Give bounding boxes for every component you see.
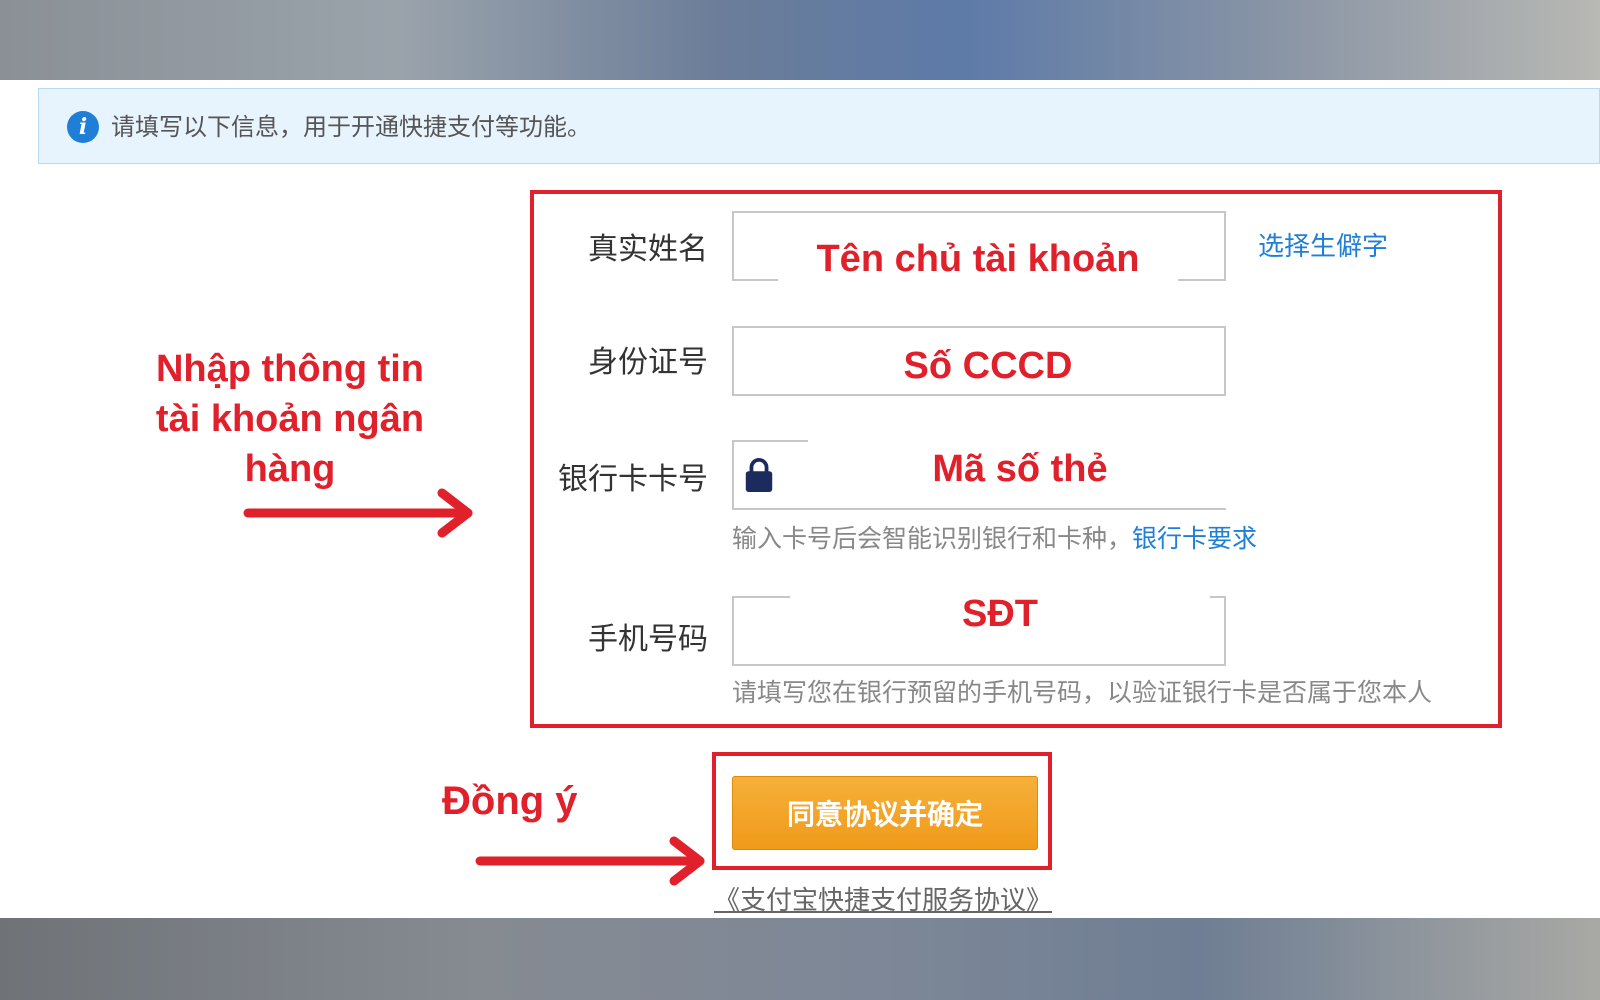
enter-info-line-2: tài khoản ngân xyxy=(155,398,425,440)
card-requirements-link[interactable]: 银行卡要求 xyxy=(1132,524,1257,553)
background-top xyxy=(0,0,1600,80)
name-label: 真实姓名 xyxy=(588,232,708,267)
info-notice-text: 请填写以下信息，用于开通快捷支付等功能。 xyxy=(111,113,591,141)
info-icon: i xyxy=(67,111,99,143)
card-number-hint: 输入卡号后会智能识别银行和卡种，银行卡要求 xyxy=(732,519,1257,555)
agree-and-confirm-button[interactable]: 同意协议并确定 xyxy=(732,776,1038,850)
phone-field-annotation: SĐT xyxy=(790,588,1210,640)
id-number-label: 身份证号 xyxy=(588,345,708,380)
arrow-right-icon xyxy=(243,488,473,538)
card-field-top-border xyxy=(732,440,808,442)
lock-icon xyxy=(745,458,773,492)
name-field-annotation: Tên chủ tài khoản xyxy=(778,234,1178,284)
agree-annotation: Đồng ý xyxy=(442,779,578,823)
enter-info-line-3: hàng xyxy=(244,448,336,490)
select-rare-character-link[interactable]: 选择生僻字 xyxy=(1258,226,1388,263)
card-hint-text: 输入卡号后会智能识别银行和卡种， xyxy=(732,524,1133,553)
card-field-annotation: Mã số thẻ xyxy=(820,442,1220,496)
phone-hint: 请填写您在银行预留的手机号码，以验证银行卡是否属于您本人 xyxy=(732,678,1433,707)
arrow-right-icon xyxy=(475,836,705,886)
background-bottom xyxy=(0,918,1600,1000)
enter-info-annotation: Nhập thông tin tài khoản ngân hàng xyxy=(110,344,470,494)
info-notice-bar: i 请填写以下信息，用于开通快捷支付等功能。 xyxy=(38,88,1600,164)
id-field-annotation: Số CCCD xyxy=(776,338,1200,394)
quick-payment-agreement-link[interactable]: 《支付宝快捷支付服务协议》 xyxy=(708,880,1058,917)
phone-label: 手机号码 xyxy=(588,622,708,657)
enter-info-line-1: Nhập thông tin xyxy=(155,348,425,390)
card-number-label: 银行卡卡号 xyxy=(558,462,708,497)
